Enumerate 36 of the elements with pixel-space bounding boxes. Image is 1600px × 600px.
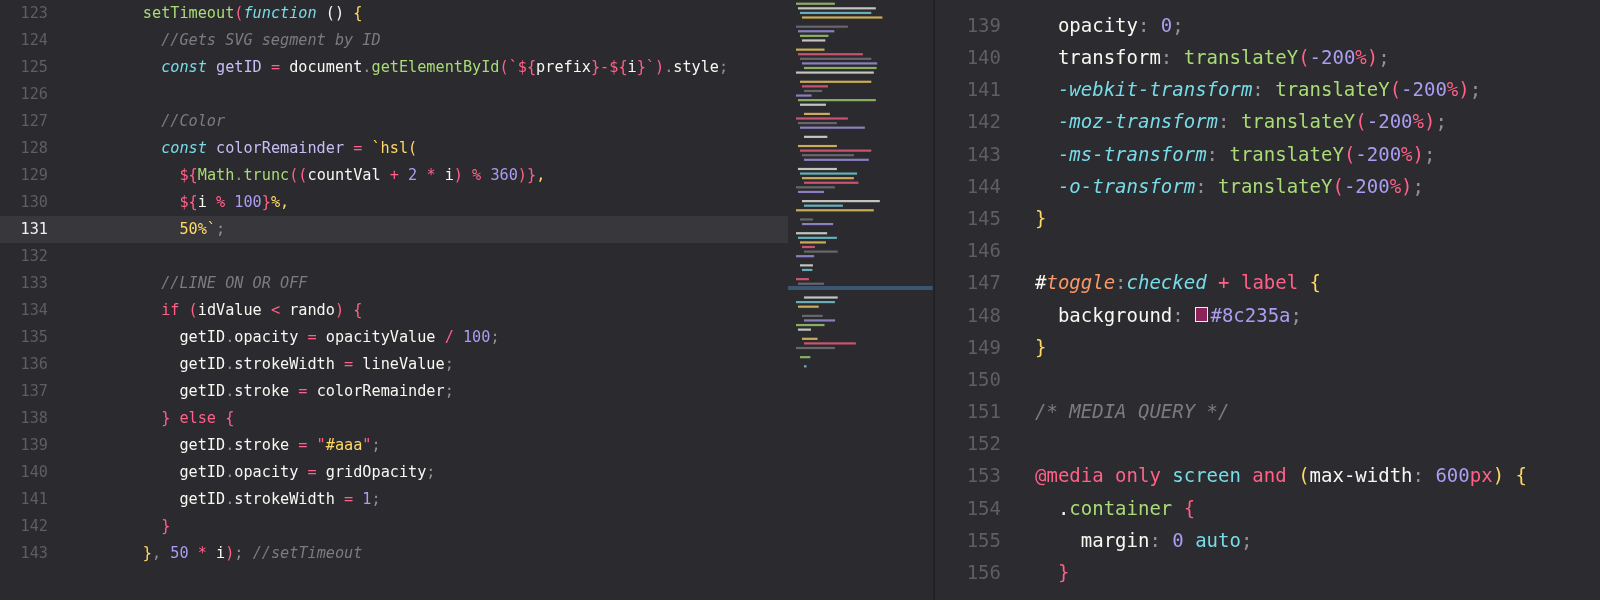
code-line: ${i % 100}%, (178, 192, 290, 214)
code-line: } (1056, 560, 1070, 586)
code-line: getID.stroke = colorRemainder; (178, 381, 454, 403)
code-line: -moz-transform: translateY(-200%); (1056, 109, 1447, 135)
code-line: if (idValue < rando) { (160, 300, 363, 322)
code-line: } (160, 516, 171, 538)
code-line: #toggle:checked + label { (1035, 270, 1322, 296)
code-line: 50%`; (178, 219, 226, 241)
code-line: } (1035, 334, 1047, 360)
code-line: //LINE ON OR OFF (160, 273, 308, 295)
code-line: getID.strokeWidth = lineValue; (178, 354, 454, 376)
code-line: //Color (160, 111, 226, 133)
code-line: getID.stroke = "#aaa"; (178, 435, 381, 457)
code-line: const getID = document.getElementById(`${prefix}-${i}`).style; (160, 57, 729, 79)
code-line: .container { (1056, 495, 1196, 521)
code-line: setTimeout(function () { (141, 3, 363, 25)
code-line: } (1035, 205, 1047, 231)
code-line: } else { (160, 408, 235, 430)
code-line: @media only screen and (max-width: 600px) { (1035, 463, 1527, 489)
code-line: //Gets SVG segment by ID (160, 30, 381, 52)
code-line: transform: translateY(-200%); (1056, 45, 1390, 71)
code-line: }, 50 * i); //setTimeout (141, 543, 363, 565)
code-line: opacity: 0; (1056, 12, 1184, 38)
color-swatch-icon[interactable] (1195, 307, 1209, 323)
line-number: 131 (19, 219, 48, 241)
code-line: -o-transform: translateY(-200%); (1056, 173, 1424, 199)
code-line: margin: 0 auto; (1079, 527, 1253, 553)
code-line: -webkit-transform: translateY(-200%); (1056, 77, 1482, 103)
code-line: const colorRemainder = `hsl( (160, 138, 418, 160)
code-line: background: #8c235a; (1056, 302, 1302, 328)
code-line: /* MEDIA QUERY */ (1035, 399, 1230, 425)
code-line: getID.strokeWidth = 1; (178, 489, 381, 511)
code-line: -ms-transform: translateY(-200%); (1056, 141, 1436, 167)
code-line: ${Math.trunc((countVal + 2 * i) % 360)}, (178, 165, 546, 187)
code-line: getID.opacity = opacityValue / 100; (178, 327, 500, 349)
code-line: getID.opacity = gridOpacity; (178, 462, 436, 484)
